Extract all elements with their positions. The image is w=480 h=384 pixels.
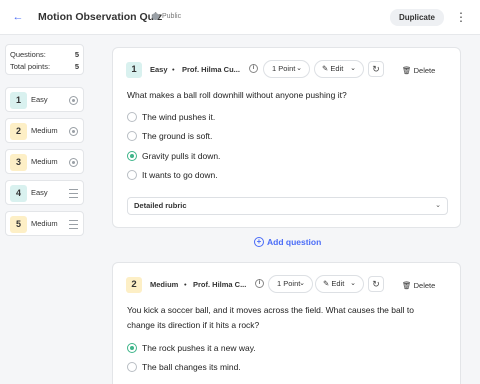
trash-icon: 🗑 xyxy=(402,281,412,290)
chevron-down-icon: ⌄ xyxy=(350,280,356,287)
pencil-icon: ✎ xyxy=(322,64,329,73)
points-value: 5 xyxy=(74,62,79,71)
regenerate-icon[interactable]: ↻ xyxy=(368,276,384,292)
rubric-dropdown[interactable]: Detailed rubric ⌄ xyxy=(127,197,448,215)
visibility-label: Public xyxy=(162,13,182,20)
question-number: 2 xyxy=(10,123,27,140)
option-text: The ball changes its mind. xyxy=(142,362,241,372)
top-bar: ← Motion Observation Quiz Public Duplica… xyxy=(0,0,480,35)
difficulty-label: Easy xyxy=(150,65,168,74)
delete-label: Delete xyxy=(413,281,436,290)
question-number: 3 xyxy=(10,154,27,171)
question-text-line-2: change its direction if it hits a rock? xyxy=(127,320,260,330)
answer-option[interactable]: The wind pushes it. xyxy=(127,112,215,122)
quiz-title: Motion Observation Quiz xyxy=(38,11,163,23)
points-label: 1 Point xyxy=(277,279,301,288)
difficulty-label: Medium xyxy=(31,157,58,166)
answer-option[interactable]: The ground is soft. xyxy=(127,131,212,141)
text-type-icon xyxy=(69,189,78,198)
delete-label: Delete xyxy=(413,66,436,75)
edit-dropdown[interactable]: ✎ Edit ⌄ xyxy=(315,275,364,293)
points-row: Total points: 5 xyxy=(10,61,79,73)
more-options-icon[interactable]: ⋮ xyxy=(455,9,467,26)
pencil-icon: ✎ xyxy=(323,279,330,288)
chevron-down-icon: ⌄ xyxy=(435,202,441,209)
info-icon[interactable]: i xyxy=(255,279,264,288)
radio-button-selected[interactable] xyxy=(127,343,137,353)
question-card-2: 2 Medium • Prof. Hilma C... i 1 Point ⌄ … xyxy=(112,262,461,384)
plus-circle-icon: + xyxy=(254,237,264,247)
difficulty-label: Easy xyxy=(31,188,48,197)
edit-label: Edit xyxy=(330,64,344,73)
rubric-label: Detailed rubric xyxy=(134,201,187,210)
quiz-summary: Questions: 5 Total points: 5 xyxy=(5,44,84,75)
questions-value: 5 xyxy=(74,50,79,59)
radio-type-icon xyxy=(69,158,78,167)
answer-option[interactable]: It wants to go down. xyxy=(127,170,218,180)
separator-dot: • xyxy=(184,280,187,289)
chevron-down-icon: ⌄ xyxy=(350,65,356,72)
add-question-button[interactable]: + Add question xyxy=(254,237,321,247)
question-number-badge: 2 xyxy=(126,277,142,293)
trash-icon: 🗑 xyxy=(402,66,412,75)
visibility-badge: Public xyxy=(152,13,181,20)
radio-button[interactable] xyxy=(127,112,137,122)
difficulty-label: Medium xyxy=(31,126,58,135)
sidebar-question-1[interactable]: 1 Easy xyxy=(5,87,84,112)
question-number: 1 xyxy=(10,92,27,109)
option-text: The wind pushes it. xyxy=(142,112,216,122)
question-number: 5 xyxy=(10,216,27,233)
answer-option[interactable]: The ball changes its mind. xyxy=(127,362,241,372)
questions-label: Questions: xyxy=(10,50,46,59)
separator-dot: • xyxy=(172,65,175,74)
answer-option-correct[interactable]: The rock pushes it a new way. xyxy=(127,343,256,353)
option-text: The rock pushes it a new way. xyxy=(142,343,256,353)
add-question-label: Add question xyxy=(267,237,322,247)
radio-type-icon xyxy=(69,127,78,136)
points-label: 1 Point xyxy=(272,64,296,73)
radio-button[interactable] xyxy=(127,170,137,180)
difficulty-label: Medium xyxy=(31,219,58,228)
option-text: Gravity pulls it down. xyxy=(142,151,221,161)
duplicate-button[interactable]: Duplicate xyxy=(390,9,444,26)
option-text: It wants to go down. xyxy=(142,170,218,180)
difficulty-label: Medium xyxy=(150,280,179,289)
question-number-badge: 1 xyxy=(126,62,142,78)
sidebar-question-3[interactable]: 3 Medium xyxy=(5,149,84,174)
globe-icon xyxy=(152,13,159,20)
question-text: What makes a ball roll downhill without … xyxy=(127,90,347,100)
delete-button[interactable]: 🗑 Delete xyxy=(402,281,435,290)
answer-option-correct[interactable]: Gravity pulls it down. xyxy=(127,151,220,161)
points-label: Total points: xyxy=(10,62,51,71)
radio-button[interactable] xyxy=(127,362,137,372)
author-name: Prof. Hilma Cu... xyxy=(182,65,240,74)
back-arrow-icon[interactable]: ← xyxy=(12,11,24,23)
chevron-down-icon: ⌄ xyxy=(299,280,305,287)
sidebar-question-5[interactable]: 5 Medium xyxy=(5,211,84,236)
questions-count-row: Questions: 5 xyxy=(10,49,79,61)
sidebar-question-2[interactable]: 2 Medium xyxy=(5,118,84,143)
question-card-1: 1 Easy • Prof. Hilma Cu... i 1 Point ⌄ ✎… xyxy=(112,47,461,228)
radio-type-icon xyxy=(69,96,78,105)
info-icon[interactable]: i xyxy=(249,64,258,73)
question-number: 4 xyxy=(10,185,27,202)
radio-button-selected[interactable] xyxy=(127,151,137,161)
radio-button[interactable] xyxy=(127,131,137,141)
author-name: Prof. Hilma C... xyxy=(193,280,247,289)
question-text-line-1: You kick a soccer ball, and it moves acr… xyxy=(127,305,414,315)
edit-label: Edit xyxy=(331,279,345,288)
edit-dropdown[interactable]: ✎ Edit ⌄ xyxy=(314,60,364,78)
regenerate-icon[interactable]: ↻ xyxy=(368,61,384,77)
delete-button[interactable]: 🗑 Delete xyxy=(402,66,435,75)
difficulty-label: Easy xyxy=(31,95,48,104)
sidebar-question-4[interactable]: 4 Easy xyxy=(5,180,84,205)
points-dropdown[interactable]: 1 Point ⌄ xyxy=(263,60,310,78)
chevron-down-icon: ⌄ xyxy=(296,65,302,72)
text-type-icon xyxy=(69,220,78,229)
option-text: The ground is soft. xyxy=(142,131,213,141)
points-dropdown[interactable]: 1 Point ⌄ xyxy=(268,275,313,293)
